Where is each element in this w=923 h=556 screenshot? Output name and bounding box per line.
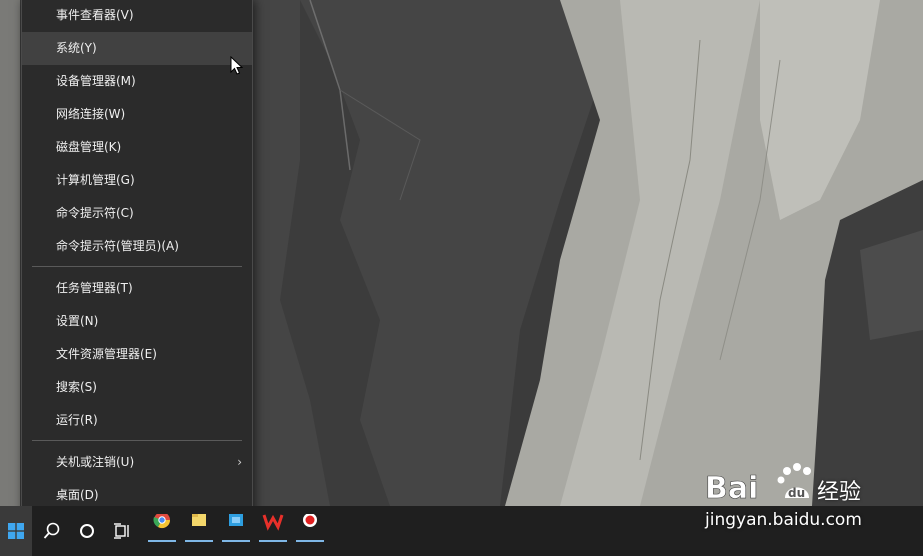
menu-item-label: 事件查看器(V) (56, 8, 134, 22)
task-view-button[interactable] (104, 506, 140, 556)
cortana-icon (80, 524, 94, 538)
chevron-right-icon: › (237, 455, 242, 469)
mouse-pointer-icon (230, 55, 244, 80)
baidu-jingyan-watermark: Bai du 经验 jingyan.baidu.com (705, 458, 915, 542)
running-indicator (259, 540, 287, 542)
menu-item-file-explorer[interactable]: 文件资源管理器(E) (22, 338, 252, 371)
menu-item-label: 桌面(D) (56, 488, 99, 502)
menu-item-shutdown-signout[interactable]: 关机或注销(U) › (22, 446, 252, 479)
running-indicator (185, 540, 213, 542)
taskbar-app-screen-recorder[interactable] (296, 513, 324, 542)
menu-item-run[interactable]: 运行(R) (22, 404, 252, 437)
taskbar-app-file-explorer[interactable] (185, 514, 213, 542)
task-view-icon (114, 523, 129, 539)
search-icon (43, 522, 60, 539)
baidu-logo-icon: Bai du (705, 463, 811, 506)
svg-text:Bai: Bai (705, 471, 758, 506)
chrome-icon (153, 512, 171, 529)
menu-item-event-viewer[interactable]: 事件查看器(V) (22, 0, 252, 32)
menu-item-label: 设备管理器(M) (56, 74, 136, 88)
menu-item-device-manager[interactable]: 设备管理器(M) (22, 65, 252, 98)
menu-item-label: 运行(R) (56, 413, 98, 427)
svg-text:du: du (788, 486, 805, 500)
taskbar-app-wps[interactable] (259, 514, 287, 542)
search-button[interactable] (34, 506, 70, 556)
menu-item-disk-management[interactable]: 磁盘管理(K) (22, 131, 252, 164)
menu-item-label: 任务管理器(T) (56, 281, 133, 295)
watermark-url: jingyan.baidu.com (705, 510, 862, 530)
winx-context-menu: 事件查看器(V) 系统(Y) 设备管理器(M) 网络连接(W) 磁盘管理(K) … (21, 0, 253, 517)
menu-item-label: 网络连接(W) (56, 107, 126, 121)
cortana-button[interactable] (69, 506, 105, 556)
running-indicator (148, 540, 176, 542)
taskbar-app-chrome[interactable] (148, 512, 176, 542)
menu-separator (32, 440, 242, 441)
menu-separator (32, 266, 242, 267)
menu-item-system[interactable]: 系统(Y) (22, 32, 252, 65)
menu-item-label: 计算机管理(G) (56, 173, 135, 187)
running-indicator (296, 540, 324, 542)
start-button[interactable] (0, 506, 32, 556)
taskbar-app-store[interactable] (222, 514, 250, 542)
menu-item-label: 命令提示符(C) (56, 206, 134, 220)
menu-item-label: 文件资源管理器(E) (56, 347, 157, 361)
windows-start-icon (8, 523, 24, 539)
menu-item-label: 系统(Y) (56, 41, 97, 55)
menu-item-network-connections[interactable]: 网络连接(W) (22, 98, 252, 131)
menu-item-label: 搜索(S) (56, 380, 97, 394)
running-indicator (222, 540, 250, 542)
file-explorer-icon (192, 514, 206, 526)
menu-item-search[interactable]: 搜索(S) (22, 371, 252, 404)
store-icon (229, 514, 243, 526)
menu-item-task-manager[interactable]: 任务管理器(T) (22, 272, 252, 305)
wps-icon (262, 514, 284, 531)
menu-item-label: 关机或注销(U) (56, 455, 135, 469)
menu-item-label: 设置(N) (56, 314, 99, 328)
watermark-service-text: 经验 (817, 480, 862, 505)
menu-item-command-prompt[interactable]: 命令提示符(C) (22, 197, 252, 230)
menu-item-label: 磁盘管理(K) (56, 140, 122, 154)
menu-item-settings[interactable]: 设置(N) (22, 305, 252, 338)
menu-item-command-prompt-admin[interactable]: 命令提示符(管理员)(A) (22, 230, 252, 263)
screen-recorder-icon (303, 513, 317, 527)
menu-item-computer-management[interactable]: 计算机管理(G) (22, 164, 252, 197)
menu-item-label: 命令提示符(管理员)(A) (56, 239, 179, 253)
